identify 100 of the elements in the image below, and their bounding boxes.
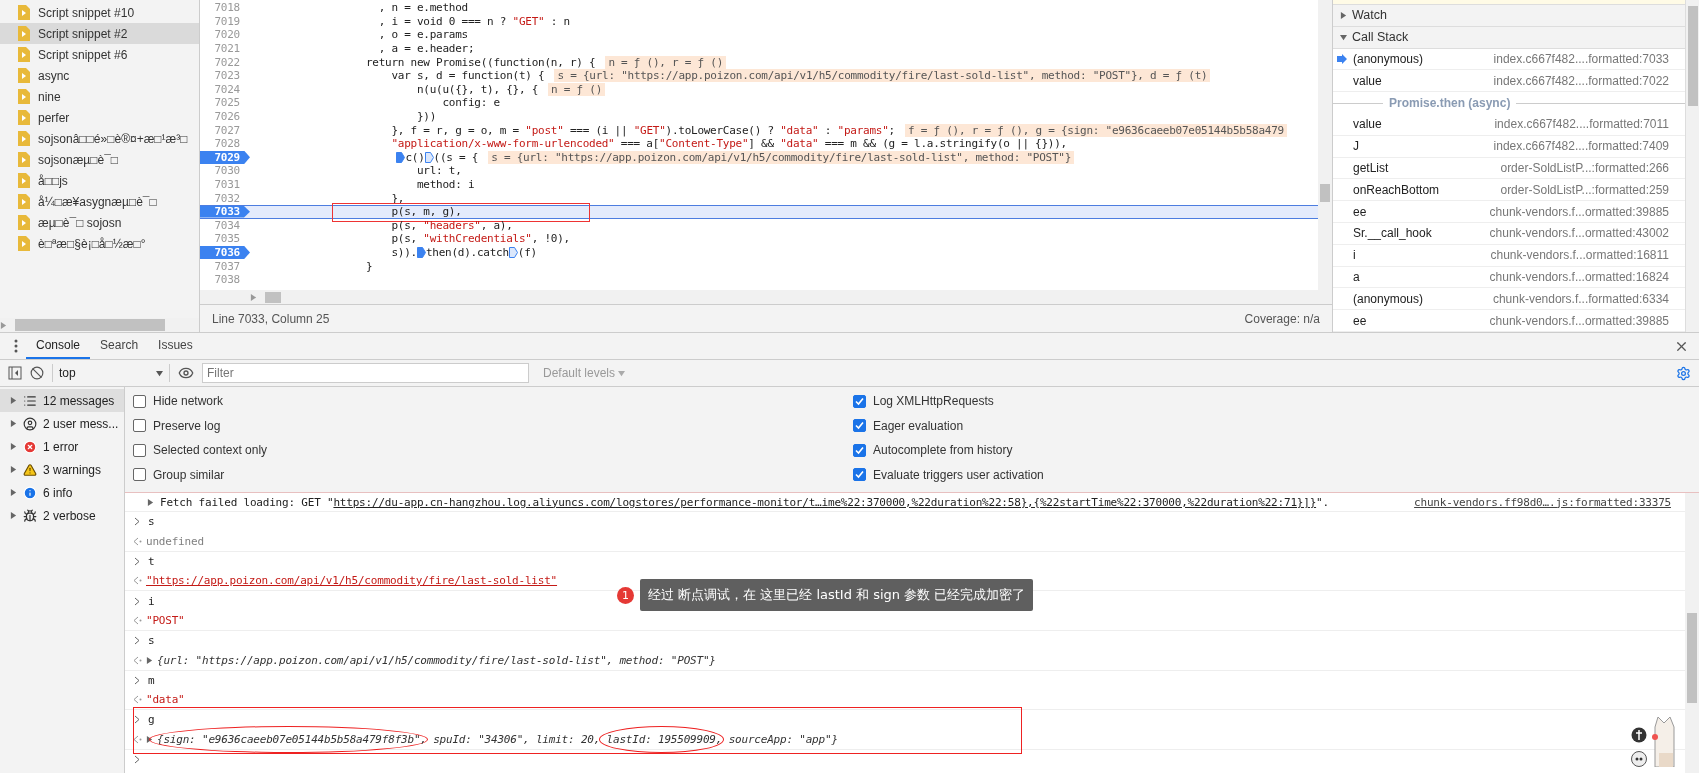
section-header[interactable]: Watch	[1333, 4, 1685, 27]
expand-arrow-icon[interactable]	[1340, 33, 1347, 41]
drawer-tab[interactable]: Issues	[148, 333, 203, 359]
snippet-item[interactable]: nine	[0, 86, 199, 107]
eye-icon[interactable]	[178, 365, 194, 381]
message-group[interactable]: 2 verbose	[0, 504, 124, 527]
call-frame[interactable]: ee chunk-vendors.f...ormatted:39885	[1333, 310, 1685, 332]
url-link[interactable]: https://du-app.cn-hangzhou.log.aliyuncs.com/logstores/performance-monitor/t…ime%22:370000,%22duration%22:58},{%22startTime%22:370000,%22duration%22:71}]}	[333, 495, 1317, 509]
checkbox[interactable]	[133, 468, 146, 482]
expand-arrow-icon[interactable]	[146, 735, 153, 743]
section-title: Watch	[1352, 8, 1387, 23]
file-icon	[18, 236, 30, 251]
snippet-name: nine	[38, 89, 61, 104]
expand-arrow-icon[interactable]	[10, 512, 17, 519]
file-icon	[18, 5, 30, 20]
inline-breakpoint-icon[interactable]	[508, 247, 518, 258]
checkbox[interactable]	[133, 443, 146, 457]
snippet-item[interactable]: perfer	[0, 107, 199, 128]
context-select[interactable]: top	[52, 364, 170, 382]
settings-icon[interactable]	[1676, 365, 1691, 381]
sidebar-toggle-icon[interactable]	[8, 366, 22, 380]
call-frame[interactable]: a chunk-vendors.f...ormatted:16824	[1333, 266, 1685, 289]
frame-name: a	[1353, 269, 1360, 284]
message-group[interactable]: 1 error	[0, 435, 124, 458]
more-menu-icon[interactable]	[14, 339, 18, 353]
checkbox[interactable]	[853, 394, 866, 408]
scrollbar-thumb[interactable]	[1320, 184, 1330, 202]
checkbox[interactable]	[853, 419, 866, 433]
dropdown-caret-icon[interactable]	[156, 369, 163, 377]
call-frame[interactable]: J index.c667f482....formatted:7409	[1333, 135, 1685, 158]
message-group[interactable]: 3 warnings	[0, 458, 124, 481]
snippet-item[interactable]: å□□js	[0, 170, 199, 191]
dots-button-icon[interactable]	[1631, 751, 1647, 767]
expand-arrow-icon[interactable]	[147, 498, 154, 506]
code-text: c()	[405, 150, 425, 164]
call-frame[interactable]: getList order-SoldListP...:formatted:266	[1333, 157, 1685, 180]
drawer-tab[interactable]: Search	[90, 333, 149, 359]
line-number[interactable]: 7033	[200, 205, 250, 218]
message-group[interactable]: 6 info	[0, 481, 124, 504]
scrollbar-thumb[interactable]	[265, 291, 281, 303]
filter-field[interactable]: Filter	[202, 363, 529, 383]
prompt-icon	[133, 755, 142, 764]
scrollbar-thumb[interactable]	[1687, 613, 1697, 703]
expand-arrow-icon[interactable]	[10, 420, 17, 427]
call-frame[interactable]: value index.c667f482....formatted:7022	[1333, 70, 1685, 93]
checkbox[interactable]	[853, 468, 866, 482]
result-arrow-icon	[133, 734, 142, 744]
expand-arrow-icon[interactable]	[10, 443, 17, 450]
snippet-item[interactable]: Script snippet #2	[0, 23, 199, 44]
frame-name: getList	[1353, 160, 1389, 175]
file-icon	[18, 194, 30, 209]
expand-arrow-icon[interactable]	[10, 489, 17, 496]
call-frame[interactable]: (anonymous) index.c667f482....formatted:7033	[1333, 48, 1685, 71]
snippet-item[interactable]: Script snippet #6	[0, 44, 199, 65]
call-frame[interactable]: i chunk-vendors.f...ormatted:16811	[1333, 244, 1685, 267]
horizontal-scrollbar[interactable]	[200, 290, 1332, 304]
inline-breakpoint-icon[interactable]	[416, 247, 426, 258]
code-text: , i = void 0 === n ? "GET" : n	[377, 14, 570, 28]
call-frame[interactable]: Sr.__call_hook chunk-vendors.f...ormatted:43002	[1333, 222, 1685, 245]
expand-arrow-icon[interactable]	[1340, 11, 1347, 19]
clear-icon[interactable]	[30, 366, 44, 380]
snippet-item[interactable]: sojsonæµ□è¯□	[0, 149, 199, 170]
call-frame[interactable]: value index.c667f482....formatted:7011	[1333, 113, 1685, 136]
call-frame[interactable]: ee chunk-vendors.f...ormatted:39885	[1333, 201, 1685, 223]
expand-arrow-icon[interactable]	[10, 397, 17, 404]
checkbox[interactable]	[133, 394, 146, 408]
code-text: method: i	[415, 178, 475, 191]
checkbox[interactable]	[133, 419, 146, 433]
code-text: p(s, "headers", a),	[390, 218, 513, 232]
line-number[interactable]: 7036	[200, 245, 250, 260]
snippet-name: sojsonâ□□é»□è®¤+æ□¹æ³□	[38, 131, 188, 146]
code-text: s)).	[390, 246, 417, 259]
call-frame[interactable]: (anonymous) chunk-vendors.f...formatted:6334	[1333, 288, 1685, 311]
line-number[interactable]: 7029	[200, 150, 250, 165]
snippet-item[interactable]: Script snippet #10	[0, 2, 199, 23]
expand-arrow-icon[interactable]	[10, 466, 17, 473]
scrollbar-thumb[interactable]	[15, 319, 165, 331]
message-group[interactable]: 2 user mess...	[0, 412, 124, 435]
snippet-item[interactable]: async	[0, 65, 199, 86]
call-frame[interactable]: onReachBottom order-SoldListP...:formatted:259	[1333, 179, 1685, 202]
vertical-scrollbar[interactable]	[1685, 493, 1699, 773]
scrollbar-thumb[interactable]	[1687, 6, 1698, 106]
snippet-item[interactable]: æµ□è¯□ sojosn	[0, 212, 199, 233]
expand-arrow-icon[interactable]	[146, 656, 153, 664]
checkbox[interactable]	[853, 443, 866, 457]
section-header[interactable]: Call Stack	[1333, 26, 1685, 49]
snippet-item[interactable]: è□ªæ□§è¡□å□½æ□°	[0, 233, 199, 254]
group-label: 3 warnings	[43, 462, 102, 477]
group-label: 2 verbose	[43, 508, 96, 523]
inline-breakpoint-icon[interactable]	[396, 151, 406, 163]
frame-location: order-SoldListP...:formatted:266	[1499, 160, 1670, 175]
current-frame-icon	[1337, 53, 1347, 64]
async-separator: Promise.then (async)	[1389, 96, 1511, 111]
snippet-item[interactable]: å¼□æ¥asygnæµ□è¯□	[0, 191, 199, 212]
snippet-item[interactable]: sojsonâ□□é»□è®¤+æ□¹æ³□	[0, 128, 199, 149]
source-link[interactable]: chunk-vendors.ff98d0….js:formatted:33375	[1414, 495, 1671, 509]
vertical-scrollbar[interactable]	[1685, 0, 1699, 332]
vertical-scrollbar[interactable]	[1318, 0, 1332, 290]
inline-breakpoint-icon[interactable]	[424, 151, 434, 163]
message-group[interactable]: 12 messages	[0, 389, 124, 412]
